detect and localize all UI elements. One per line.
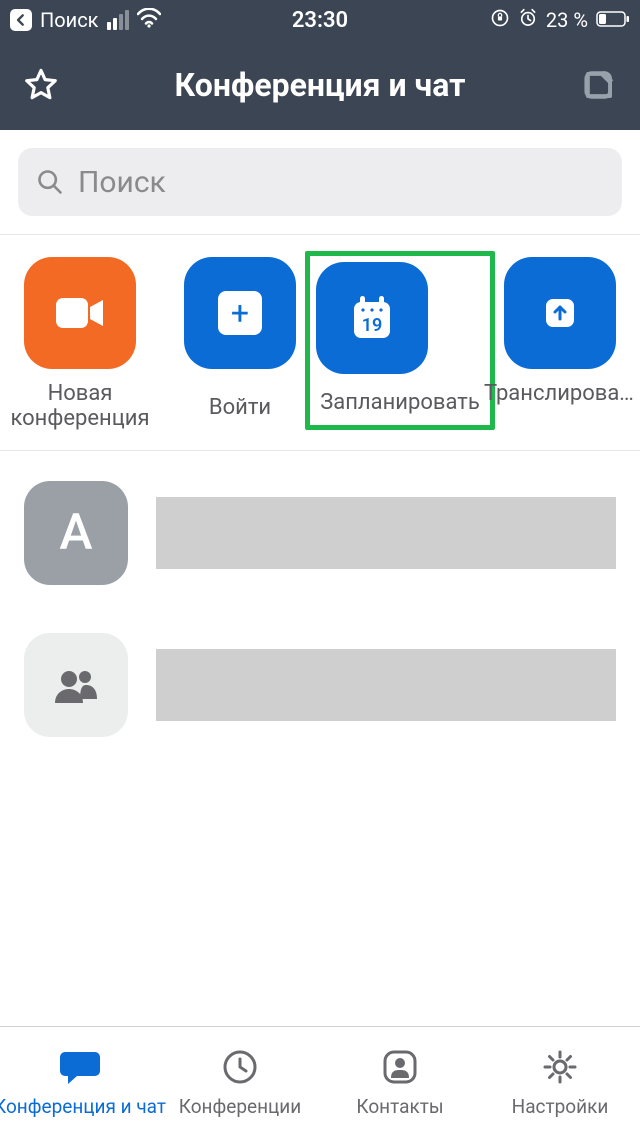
schedule-label: Запланировать bbox=[316, 390, 484, 415]
page-title: Конференция и чат bbox=[62, 66, 578, 104]
action-row: Новая конференция + Войти 19 Запланирова… bbox=[0, 234, 640, 451]
person-icon bbox=[378, 1045, 422, 1089]
tab-settings[interactable]: Настройки bbox=[480, 1027, 640, 1136]
tab-contacts-label: Контакты bbox=[356, 1095, 443, 1118]
video-camera-icon bbox=[53, 293, 107, 333]
status-bar: Поиск 23:30 23 % bbox=[0, 0, 640, 40]
back-app-label[interactable]: Поиск bbox=[40, 8, 99, 32]
group-icon bbox=[52, 665, 100, 705]
list-item[interactable]: А bbox=[24, 481, 616, 585]
battery-icon bbox=[596, 8, 630, 32]
search-container: Поиск bbox=[0, 130, 640, 234]
schedule-highlight: 19 Запланировать bbox=[305, 251, 495, 430]
broadcast-label: Транслировать демонстрацию bbox=[480, 381, 640, 406]
gear-icon bbox=[538, 1045, 582, 1089]
tab-contacts[interactable]: Контакты bbox=[320, 1027, 480, 1136]
calendar-icon: 19 bbox=[345, 291, 399, 345]
join-label: Войти bbox=[160, 395, 320, 420]
chat-bubble-icon bbox=[58, 1045, 102, 1089]
compose-icon bbox=[580, 66, 618, 104]
chat-list: А bbox=[0, 451, 640, 737]
back-to-app-button[interactable] bbox=[10, 9, 32, 31]
list-item-content bbox=[156, 497, 616, 569]
search-icon bbox=[36, 168, 64, 196]
avatar-letter: А bbox=[59, 504, 92, 562]
tab-home[interactable]: Конференция и чат bbox=[0, 1027, 160, 1136]
schedule-cell: 19 Запланировать bbox=[320, 257, 480, 432]
join-button[interactable]: + bbox=[184, 257, 296, 369]
new-meeting-label: Новая конференция bbox=[0, 381, 160, 432]
search-placeholder: Поиск bbox=[78, 165, 166, 200]
broadcast-cell: Транслировать демонстрацию bbox=[480, 257, 640, 432]
tab-meetings[interactable]: Конференции bbox=[160, 1027, 320, 1136]
schedule-button[interactable]: 19 bbox=[316, 262, 428, 374]
avatar bbox=[24, 633, 128, 737]
orientation-lock-icon bbox=[490, 8, 510, 33]
list-item[interactable] bbox=[24, 633, 616, 737]
list-item-content bbox=[156, 649, 616, 721]
plus-icon: + bbox=[218, 291, 262, 335]
tab-home-label: Конференция и чат bbox=[0, 1095, 166, 1118]
tab-meetings-label: Конференции bbox=[179, 1095, 302, 1118]
battery-percent: 23 % bbox=[546, 8, 588, 32]
new-meeting-button[interactable] bbox=[24, 257, 136, 369]
search-input[interactable]: Поиск bbox=[18, 148, 622, 216]
clock-icon bbox=[218, 1045, 262, 1089]
new-meeting-cell: Новая конференция bbox=[0, 257, 160, 432]
avatar: А bbox=[24, 481, 128, 585]
cellular-signal-icon bbox=[107, 10, 129, 30]
chevron-left-icon bbox=[14, 13, 28, 27]
star-icon bbox=[22, 66, 60, 104]
alarm-icon bbox=[518, 8, 538, 33]
wifi-icon bbox=[137, 8, 161, 33]
clock-time: 23:30 bbox=[292, 8, 348, 33]
compose-button[interactable] bbox=[578, 64, 620, 106]
status-bar-left: Поиск bbox=[10, 8, 161, 33]
favorites-button[interactable] bbox=[20, 64, 62, 106]
tab-settings-label: Настройки bbox=[512, 1095, 609, 1118]
svg-text:19: 19 bbox=[362, 315, 383, 336]
upload-icon bbox=[538, 291, 582, 335]
broadcast-button[interactable] bbox=[504, 257, 616, 369]
tab-bar: Конференция и чат Конференции Контакты Н… bbox=[0, 1026, 640, 1136]
status-bar-right: 23 % bbox=[490, 8, 630, 33]
nav-bar: Конференция и чат bbox=[0, 40, 640, 130]
join-cell: + Войти bbox=[160, 257, 320, 432]
